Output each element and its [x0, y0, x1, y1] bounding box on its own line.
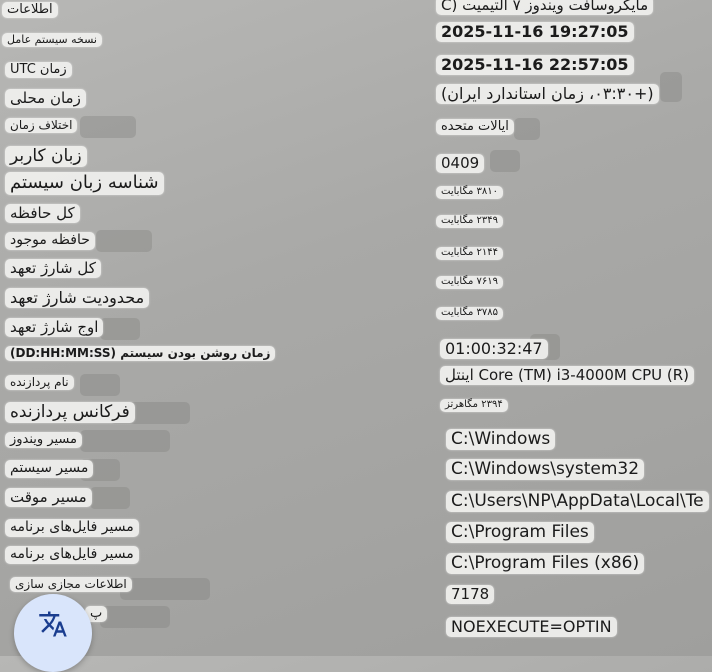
label-virtualization-info: اطلاعات مجازی سازی	[10, 577, 132, 592]
label-local-time: زمان محلی	[5, 89, 86, 108]
value-commit-charge-limit: ۷۶۱۹ مگابایت	[436, 276, 504, 289]
value-utc-time: 2025-11-16 19:27:05	[436, 22, 634, 42]
label-total-memory: کل حافظه	[5, 204, 80, 223]
ghost-block	[90, 487, 130, 509]
label-temp-path: مسیر موقت	[5, 488, 92, 507]
translate-icon	[39, 611, 67, 637]
value-time-offset: (+۰۳:۳۰، زمان استاندارد ایران)	[436, 84, 659, 104]
ghost-block	[80, 116, 136, 138]
value-processor-frequency: ۲۳۹۴ مگاهرتز	[440, 399, 508, 412]
value-system-uptime: 01:00:32:47	[440, 339, 548, 359]
label-commit-charge-limit: محدودیت شارژ تعهد	[5, 288, 150, 308]
ghost-block	[80, 430, 170, 452]
value-available-memory: ۲۳۴۹ مگابایت	[436, 215, 504, 228]
label-program-files-path: مسیر فایل‌های برنامه	[5, 519, 139, 537]
value-peak-commit-charge: ۳۷۸۵ مگابایت	[436, 307, 504, 320]
ghost-block	[100, 606, 170, 628]
label-processor-name: نام پردازنده	[5, 375, 74, 390]
value-system-language-id: 0409	[436, 154, 485, 173]
value-program-files-path: C:\Program Files	[446, 522, 594, 544]
label-available-memory: حافظه موجود	[5, 232, 95, 250]
label-os-version: نسخه سیستم عامل	[2, 33, 102, 47]
label-program-files-x86-path: مسیر فایل‌های برنامه	[5, 546, 139, 564]
label-time-offset: اختلاف زمان	[5, 118, 78, 133]
ghost-block	[514, 118, 540, 140]
label-windows-path: مسیر ویندوز	[5, 432, 82, 449]
label-system-uptime: زمان روشن بودن سیستم (DD:HH:MM:SS)	[5, 346, 276, 361]
value-local-time: 2025-11-16 22:57:05	[436, 55, 634, 75]
label-system-path: مسیر سیستم	[5, 460, 94, 478]
value-system-path: C:\Windows\system32	[446, 459, 645, 481]
ghost-block	[96, 230, 152, 252]
value-temp-path: C:\Users\NP\AppData\Local\Te	[446, 491, 709, 513]
ghost-block	[120, 578, 210, 600]
ghost-block	[660, 72, 682, 102]
label-processor-frequency: فرکانس پردازنده	[5, 402, 135, 424]
value-dep-policy: NOEXECUTE=OPTIN	[446, 617, 617, 637]
value-program-files-x86-path: C:\Program Files (x86)	[446, 553, 645, 575]
label-utc-time: زمان UTC	[5, 62, 72, 79]
value-process-count: 7178	[446, 585, 495, 604]
ghost-block	[490, 150, 520, 172]
label-system-language-id: شناسه زبان سیستم	[5, 172, 164, 195]
value-user-language: ایالات متحده	[436, 119, 514, 136]
label-peak-commit-charge: اوج شارژ تعهد	[5, 318, 104, 337]
value-windows-path: C:\Windows	[446, 429, 556, 451]
label-user-language: زبان کاربر	[5, 146, 87, 168]
ghost-block	[80, 374, 120, 396]
label-total-commit-charge: کل شارژ تعهد	[5, 259, 101, 278]
value-total-commit-charge: ۲۱۴۴ مگابایت	[436, 247, 504, 260]
label-info-header: اطلاعات	[2, 2, 58, 19]
value-total-memory: ۳۸۱۰ مگابایت	[436, 186, 504, 199]
ghost-block	[100, 318, 140, 340]
translate-button[interactable]	[14, 594, 92, 672]
value-processor-name: Core (TM) i3-4000M CPU (R) اینتل	[440, 366, 694, 385]
value-os-version: مایکروسافت ویندوز ۷ التیمیت (C	[436, 0, 654, 15]
